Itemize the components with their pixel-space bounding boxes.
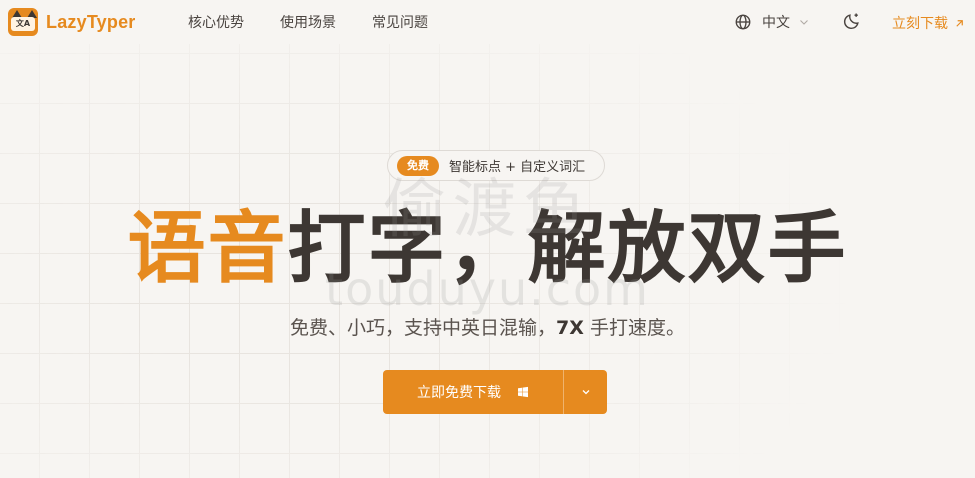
logo-mark-text: 文A	[11, 17, 35, 31]
download-button-label: 立即免费下载	[417, 385, 501, 401]
logo[interactable]: 文A LazyTyper	[8, 8, 136, 36]
main-nav: 核心优势 使用场景 常见问题	[188, 0, 464, 44]
chevron-down-icon	[582, 390, 589, 395]
landing-page: 文A LazyTyper 核心优势 使用场景 常见问题 中文 立刻下载 免费 智…	[0, 0, 975, 478]
arrow-up-right-icon	[956, 19, 963, 27]
download-windows-button[interactable]: 立即免费下载	[383, 370, 563, 414]
language-selector[interactable]: 中文	[734, 12, 810, 32]
subtitle-start: 免费、小巧，支持中英日混输，	[290, 317, 557, 339]
watermark-url: touduyu.com	[325, 262, 650, 316]
nav-item-scenarios[interactable]: 使用场景	[280, 12, 336, 32]
download-button-group: 立即免费下载	[383, 370, 607, 414]
header-download-link[interactable]: 立刻下载	[892, 13, 965, 33]
watermark-chinese: 偷渡鱼	[382, 173, 593, 247]
moon-stars-icon	[843, 13, 859, 30]
windows-icon	[518, 386, 528, 398]
theme-toggle[interactable]	[842, 11, 862, 31]
nav-item-faq[interactable]: 常见问题	[372, 12, 428, 32]
nav-item-advantages[interactable]: 核心优势	[188, 12, 244, 32]
download-options-dropdown[interactable]	[564, 370, 607, 414]
cat-logo-icon: 文A	[8, 8, 38, 36]
subtitle-speed: 7X	[556, 317, 584, 339]
language-label: 中文	[762, 15, 790, 31]
site-header: 文A LazyTyper 核心优势 使用场景 常见问题 中文 立刻下载	[0, 0, 975, 44]
globe-icon	[735, 14, 751, 30]
logo-text: LazyTyper	[46, 11, 136, 32]
chevron-down-icon	[800, 20, 808, 25]
header-download-label: 立刻下载	[892, 16, 948, 32]
hero-subtitle: 免费、小巧，支持中英日混输，7X 手打速度。	[0, 313, 975, 340]
subtitle-end: 手打速度。	[583, 317, 685, 339]
